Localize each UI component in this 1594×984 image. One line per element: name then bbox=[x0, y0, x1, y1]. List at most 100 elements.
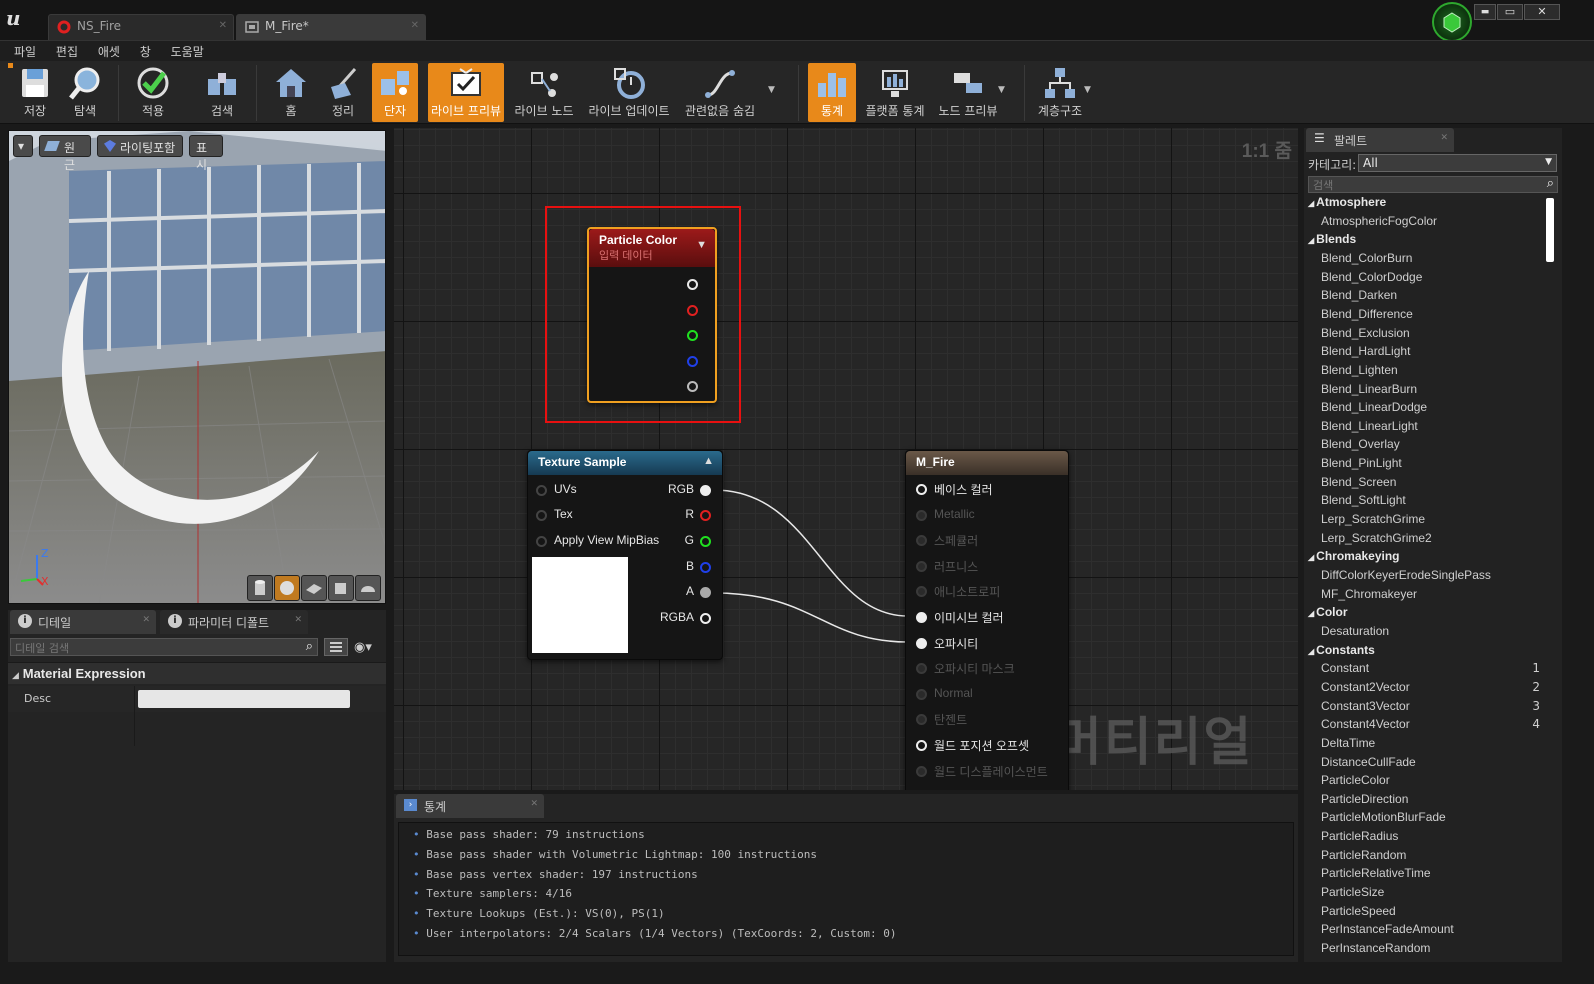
palette-item[interactable]: Desaturation bbox=[1321, 624, 1389, 638]
palette-item[interactable]: Blend_SoftLight bbox=[1321, 493, 1406, 507]
palette-item[interactable]: Blend_Overlay bbox=[1321, 437, 1400, 451]
cylinder-preview-icon[interactable] bbox=[247, 575, 273, 601]
palette-item[interactable]: Blend_PinLight bbox=[1321, 456, 1402, 470]
menu-file[interactable]: 파일 bbox=[6, 41, 44, 62]
palette-item[interactable]: DistanceCullFade bbox=[1321, 755, 1416, 769]
palette-item[interactable]: Blend_ColorBurn bbox=[1321, 251, 1412, 265]
palette-item[interactable]: ParticleRandom bbox=[1321, 848, 1406, 862]
material-input-pin[interactable] bbox=[916, 560, 927, 572]
palette-item[interactable]: Blend_LinearBurn bbox=[1321, 382, 1417, 396]
output-pin-g[interactable] bbox=[700, 536, 711, 547]
close-icon[interactable]: ✕ bbox=[219, 20, 227, 31]
output-pin-r[interactable] bbox=[687, 305, 698, 316]
material-input-pin[interactable] bbox=[916, 637, 927, 649]
collapse-arrow-icon[interactable]: ▼ bbox=[696, 239, 707, 251]
output-pin-a[interactable] bbox=[700, 587, 711, 598]
output-pin-b[interactable] bbox=[687, 356, 698, 367]
palette-scrollbar-thumb[interactable] bbox=[1546, 198, 1554, 262]
menu-edit[interactable]: 편집 bbox=[48, 41, 86, 62]
material-input-pin[interactable] bbox=[916, 509, 927, 521]
close-icon[interactable]: ✕ bbox=[530, 799, 538, 809]
palette-item[interactable]: Blend_Darken bbox=[1321, 288, 1397, 302]
palette-item[interactable]: AtmosphericFogColor bbox=[1321, 214, 1437, 228]
particle-color-node[interactable]: Particle Color 입력 데이터 ▼ bbox=[587, 227, 717, 403]
tab-ns-fire[interactable]: NS_Fire ✕ bbox=[48, 14, 234, 40]
input-pin-tex[interactable] bbox=[536, 510, 547, 521]
chevron-down-icon[interactable]: ▼ bbox=[768, 85, 775, 95]
palette-search-input[interactable]: 검색 ⌕ bbox=[1308, 176, 1558, 193]
stats-button[interactable]: 통계 bbox=[808, 63, 856, 122]
material-input-pin[interactable] bbox=[916, 663, 927, 675]
plane-preview-icon[interactable] bbox=[301, 575, 327, 601]
material-input-pin[interactable] bbox=[916, 535, 927, 547]
sphere-preview-icon[interactable] bbox=[274, 575, 300, 601]
palette-category[interactable]: ◢ Atmosphere bbox=[1308, 195, 1386, 209]
live-preview-button[interactable]: 라이브 프리뷰 bbox=[428, 63, 504, 122]
palette-category[interactable]: ◢ Chromakeying bbox=[1308, 549, 1400, 563]
menu-window[interactable]: 창 bbox=[132, 41, 159, 62]
clean-button[interactable]: 정리 bbox=[318, 63, 368, 122]
home-button[interactable]: 홈 bbox=[266, 63, 316, 122]
output-pin-rgb[interactable] bbox=[700, 485, 711, 496]
mesh-preview-icon[interactable] bbox=[355, 575, 381, 601]
tab-parameter-defaults[interactable]: i 파라미터 디폴트 ✕ bbox=[160, 610, 308, 634]
close-icon[interactable]: ✕ bbox=[411, 20, 419, 31]
palette-category[interactable]: ◢ Blends bbox=[1308, 232, 1356, 246]
output-pin-g[interactable] bbox=[687, 330, 698, 341]
category-select[interactable]: All ▼ bbox=[1358, 154, 1557, 172]
show-button[interactable]: 표시 bbox=[189, 135, 223, 172]
material-input-pin[interactable] bbox=[916, 765, 927, 777]
palette-item[interactable]: Constant4Vector bbox=[1321, 717, 1410, 731]
palette-item[interactable]: Blend_HardLight bbox=[1321, 344, 1410, 358]
palette-item[interactable]: Blend_ColorDodge bbox=[1321, 270, 1422, 284]
palette-item[interactable]: DeltaTime bbox=[1321, 736, 1375, 750]
tab-m-fire[interactable]: M_Fire* ✕ bbox=[236, 14, 426, 40]
hide-unrelated-button[interactable]: 관련없음 숨김 bbox=[680, 63, 760, 122]
tab-palette[interactable]: ☰ 팔레트 ✕ bbox=[1306, 128, 1454, 152]
palette-item[interactable]: PerInstanceRandom bbox=[1321, 941, 1430, 955]
palette-item[interactable]: Constant2Vector bbox=[1321, 680, 1410, 694]
search-icon[interactable]: ⌕ bbox=[306, 639, 313, 654]
perspective-button[interactable]: 원근 bbox=[39, 135, 91, 172]
chevron-down-icon[interactable]: ▼ bbox=[998, 85, 1005, 95]
output-pin-r[interactable] bbox=[700, 510, 711, 521]
palette-item[interactable]: MF_Chromakeyer bbox=[1321, 587, 1417, 601]
search-button[interactable]: 검색 bbox=[196, 63, 248, 122]
material-result-node[interactable]: M_Fire 베이스 컬러 Metallic 스페큘러 러프니스 애니소트로피 이미시브 … bbox=[905, 450, 1069, 790]
palette-item[interactable]: Blend_Exclusion bbox=[1321, 326, 1410, 340]
palette-item[interactable]: Blend_Difference bbox=[1321, 307, 1413, 321]
menu-asset[interactable]: 애셋 bbox=[90, 41, 128, 62]
close-window-button[interactable]: ✕ bbox=[1524, 4, 1560, 20]
collapse-arrow-icon[interactable]: ▲ bbox=[703, 455, 714, 467]
palette-item[interactable]: ParticleSpeed bbox=[1321, 904, 1396, 918]
live-update-button[interactable]: 라이브 업데이트 bbox=[586, 63, 672, 122]
node-preview-button[interactable]: 노드 프리뷰 bbox=[936, 63, 1000, 122]
palette-category[interactable]: ◢ Color bbox=[1308, 605, 1348, 619]
close-icon[interactable]: ✕ bbox=[294, 615, 302, 625]
palette-item[interactable]: ParticleRadius bbox=[1321, 829, 1398, 843]
source-control-icon[interactable] bbox=[1432, 2, 1472, 42]
apply-button[interactable]: 적용 bbox=[128, 63, 178, 122]
palette-item[interactable]: ParticleMotionBlurFade bbox=[1321, 810, 1446, 824]
cube-preview-icon[interactable] bbox=[328, 575, 354, 601]
output-pin-rgba[interactable] bbox=[700, 613, 711, 624]
property-matrix-button[interactable] bbox=[324, 638, 348, 656]
minimize-button[interactable]: ▬ bbox=[1474, 4, 1496, 20]
texture-sample-node[interactable]: Texture Sample ▲ UVs Tex Apply View MipB… bbox=[527, 450, 723, 660]
menu-help[interactable]: 도움말 bbox=[163, 41, 212, 62]
material-input-pin[interactable] bbox=[916, 484, 927, 495]
output-pin-rgb[interactable] bbox=[687, 279, 698, 290]
tab-details[interactable]: i 디테일 ✕ bbox=[10, 610, 156, 634]
viewport-options-dropdown[interactable]: ▾ bbox=[13, 135, 33, 157]
palette-item[interactable]: ParticleSize bbox=[1321, 885, 1384, 899]
material-input-pin[interactable] bbox=[916, 612, 927, 623]
palette-item[interactable]: Lerp_ScratchGrime bbox=[1321, 512, 1425, 526]
material-graph-canvas[interactable]: 1:1 줌 머티리얼 Particle Color 입력 데이터 ▼ Textu… bbox=[394, 128, 1298, 790]
palette-item[interactable]: Blend_LinearDodge bbox=[1321, 400, 1427, 414]
lighting-mode-button[interactable]: 라이팅포함 bbox=[97, 135, 183, 157]
palette-item[interactable]: ParticleColor bbox=[1321, 773, 1390, 787]
palette-item[interactable]: Blend_Screen bbox=[1321, 475, 1396, 489]
material-input-pin[interactable] bbox=[916, 740, 927, 751]
palette-item[interactable]: DiffColorKeyerErodeSinglePass bbox=[1321, 568, 1491, 582]
output-pin-b[interactable] bbox=[700, 562, 711, 573]
